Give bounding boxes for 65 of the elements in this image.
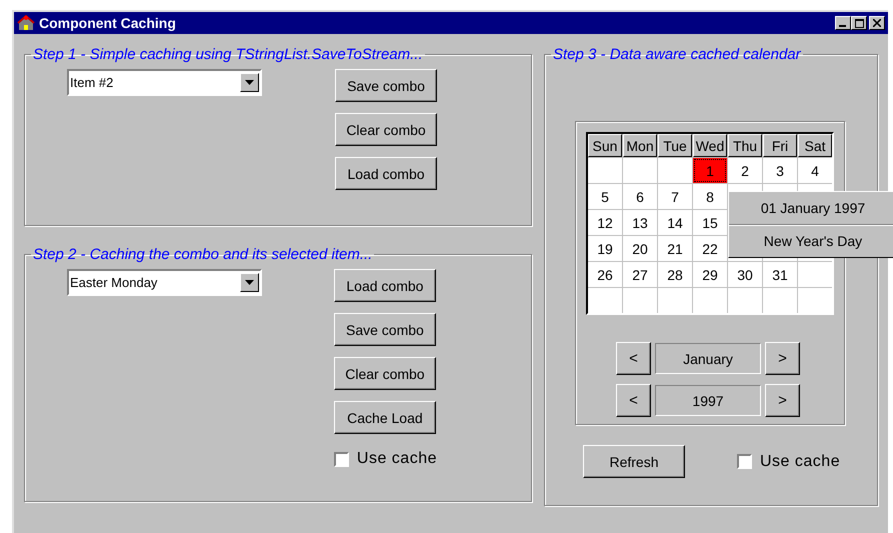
action-button[interactable]: Load combo [335, 157, 437, 190]
next-button[interactable]: > [765, 384, 800, 417]
day-cell[interactable]: 1 [693, 158, 727, 183]
day-cell[interactable]: 6 [623, 184, 657, 209]
day-cell[interactable]: 28 [658, 262, 692, 287]
close-button[interactable] [869, 16, 885, 30]
day-cell[interactable]: 20 [623, 236, 657, 261]
day-cell[interactable]: 31 [763, 262, 797, 287]
dropdown-field[interactable]: Easter Monday [67, 269, 262, 296]
weekday-header: Wed [693, 134, 727, 157]
day-cell[interactable]: 29 [693, 262, 727, 287]
weekday-header: Thu [728, 134, 762, 157]
dropdown-button[interactable] [240, 73, 259, 92]
day-cell[interactable]: 4 [798, 158, 832, 183]
action-button[interactable]: Cache Load [334, 401, 436, 434]
refresh-button[interactable]: Refresh [583, 445, 685, 478]
nav-label: January [655, 343, 761, 374]
maximize-button[interactable] [851, 16, 867, 30]
checkbox[interactable] [737, 454, 752, 469]
caret-icon [245, 280, 254, 285]
checkbox[interactable] [334, 452, 349, 466]
day-cell[interactable]: 13 [623, 210, 657, 235]
action-button[interactable]: Clear combo [334, 357, 436, 390]
dropdown-field[interactable]: Item #2 [67, 69, 262, 96]
day-cell[interactable]: 21 [658, 236, 692, 261]
day-cell[interactable]: 12 [588, 210, 622, 235]
group-title: Step 1 - Simple caching using TStringList.SaveToStream... [32, 46, 424, 63]
day-cell[interactable]: 15 [693, 210, 727, 235]
group-title: Step 2 - Caching the combo and its selected item... [32, 246, 374, 263]
day-cell[interactable]: 14 [658, 210, 692, 235]
weekday-header: Sun [588, 134, 622, 157]
action-button[interactable]: Save combo [335, 69, 437, 102]
weekday-header: Mon [623, 134, 657, 157]
weekday-header: Sat [798, 134, 832, 157]
dropdown-button[interactable] [240, 273, 259, 292]
weekday-header: Tue [658, 134, 692, 157]
popup-date: 01 January 1997 [729, 192, 893, 225]
day-cell[interactable]: 5 [588, 184, 622, 209]
minimize-button[interactable] [835, 16, 851, 30]
previous-button[interactable]: < [616, 342, 651, 375]
next-button[interactable]: > [765, 342, 800, 375]
day-cell[interactable]: 22 [693, 236, 727, 261]
weekday-header: Fri [763, 134, 797, 157]
day-cell[interactable]: 2 [728, 158, 762, 183]
window-title: Component Caching [39, 15, 177, 31]
checkbox-label: Use cache [760, 452, 840, 470]
day-cell[interactable]: 3 [763, 158, 797, 183]
group-title: Step 3 - Data aware cached calendar [552, 46, 802, 63]
day-cell[interactable]: 19 [588, 236, 622, 261]
day-cell[interactable]: 27 [623, 262, 657, 287]
nav-label: 1997 [655, 385, 761, 416]
action-button[interactable]: Clear combo [335, 113, 437, 146]
action-button[interactable]: Save combo [334, 313, 436, 346]
day-cell[interactable]: 30 [728, 262, 762, 287]
day-cell[interactable]: 8 [693, 184, 727, 209]
day-cell[interactable]: 7 [658, 184, 692, 209]
house-icon [17, 15, 35, 31]
popup-holiday: New Year's Day [762, 232, 864, 251]
checkbox-label: Use cache [356, 450, 437, 468]
maximize-icon [854, 18, 864, 28]
day-cell[interactable]: 26 [588, 262, 622, 287]
previous-button[interactable]: < [616, 384, 651, 417]
action-button[interactable]: Load combo [334, 269, 436, 302]
caret-icon [245, 80, 254, 85]
close-icon [873, 19, 881, 27]
